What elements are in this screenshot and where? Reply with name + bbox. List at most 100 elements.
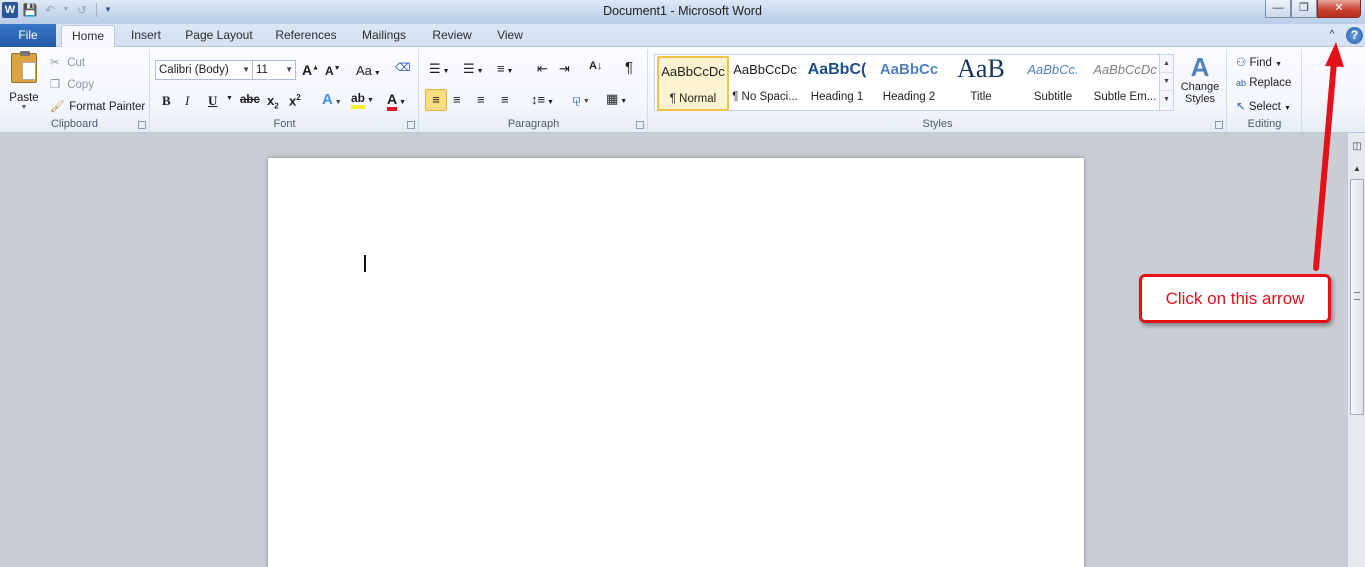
vertical-scrollbar[interactable]: ◫ ▲ bbox=[1347, 133, 1365, 567]
text-effects-button[interactable]: A ▼ bbox=[322, 91, 342, 108]
gallery-more-icon[interactable]: ▼ bbox=[1160, 91, 1173, 109]
bold-button[interactable]: B bbox=[162, 93, 171, 109]
line-spacing-button[interactable]: ↕≡ ▼ bbox=[531, 92, 554, 107]
copy-icon: ❐ bbox=[50, 79, 61, 91]
binoculars-icon: ⚇ bbox=[1236, 57, 1247, 69]
bullets-button[interactable]: ☰ ▼ bbox=[429, 61, 450, 77]
close-window-button[interactable]: ✕ bbox=[1317, 0, 1361, 18]
tab-insert[interactable]: Insert bbox=[124, 24, 168, 47]
tab-mailings[interactable]: Mailings bbox=[354, 24, 414, 47]
font-size-combo[interactable]: 11 ▼ bbox=[252, 60, 296, 80]
style-subtle-emphasis[interactable]: AaBbCcDc Subtle Em... bbox=[1089, 56, 1161, 111]
font-color-button[interactable]: A ▼ bbox=[387, 91, 406, 111]
font-size-dropdown-icon[interactable]: ▼ bbox=[285, 61, 293, 79]
font-family-combo[interactable]: Calibri (Body) ▼ bbox=[155, 60, 253, 80]
highlighter-icon: ab bbox=[351, 91, 366, 109]
subscript-button[interactable]: x2 bbox=[267, 93, 279, 111]
gallery-up-arrow-icon[interactable]: ▲ bbox=[1160, 55, 1173, 73]
copy-button[interactable]: ❐ Copy bbox=[50, 77, 94, 91]
minimize-window-button[interactable]: — bbox=[1265, 0, 1291, 18]
minimize-ribbon-arrow-icon[interactable]: ^ bbox=[1325, 28, 1339, 42]
change-case-button[interactable]: Aa ▼ bbox=[356, 63, 381, 78]
find-button[interactable]: ⚇ Find ▼ bbox=[1236, 55, 1282, 69]
style-title-label: Title bbox=[970, 91, 992, 103]
justify-button[interactable]: ≡ bbox=[501, 92, 509, 107]
format-painter-label: Format Painter bbox=[69, 101, 146, 113]
borders-button[interactable]: ▦ ▼ bbox=[606, 91, 627, 107]
shading-button[interactable]: ⚼ ▼ bbox=[572, 91, 590, 107]
superscript-button[interactable]: x2 bbox=[289, 93, 301, 108]
align-right-button[interactable]: ≡ bbox=[477, 92, 485, 107]
select-label: Select bbox=[1248, 101, 1281, 113]
replace-button[interactable]: ab Replace bbox=[1236, 77, 1291, 89]
format-painter-button[interactable]: 🖌 Format Painter bbox=[50, 99, 145, 113]
clipboard-group: Paste ▼ ✂ Cut ❐ Copy 🖌 Format Painter Cl… bbox=[0, 49, 150, 132]
highlight-button[interactable]: ab ▼ bbox=[351, 91, 374, 109]
style-no-spacing[interactable]: AaBbCcDc ¶ No Spaci... bbox=[729, 56, 801, 111]
scroll-up-arrow-icon[interactable]: ▲ bbox=[1349, 161, 1365, 177]
strikethrough-button[interactable]: abc bbox=[240, 94, 260, 106]
find-dropdown-icon[interactable]: ▼ bbox=[1275, 61, 1282, 68]
style-heading-1-sample: AaBbC( bbox=[807, 61, 867, 78]
cut-button[interactable]: ✂ Cut bbox=[50, 55, 85, 69]
paragraph-dialog-launcher-icon[interactable] bbox=[636, 121, 644, 129]
align-center-icon: ≡ bbox=[453, 92, 461, 107]
annotation-callout: Click on this arrow bbox=[1139, 274, 1331, 323]
increase-indent-button[interactable]: ⇥ bbox=[559, 61, 570, 77]
style-title[interactable]: AaB Title bbox=[945, 54, 1017, 111]
numbering-icon: ☰ bbox=[463, 61, 475, 76]
show-formatting-button[interactable]: ¶ bbox=[625, 59, 633, 76]
shrink-font-button[interactable]: A▼ bbox=[325, 64, 341, 78]
replace-label: Replace bbox=[1249, 77, 1292, 89]
change-styles-button[interactable]: A Change Styles bbox=[1178, 53, 1222, 105]
style-no-spacing-sample: AaBbCcDc bbox=[733, 62, 797, 77]
tab-home[interactable]: Home bbox=[61, 25, 115, 48]
decrease-indent-button[interactable]: ⇤ bbox=[537, 61, 548, 77]
clear-formatting-button[interactable]: ⌫ bbox=[395, 61, 411, 74]
font-family-dropdown-icon[interactable]: ▼ bbox=[242, 61, 250, 79]
tab-review[interactable]: Review bbox=[426, 24, 478, 47]
style-normal[interactable]: AaBbCcDc ¶ Normal bbox=[657, 56, 729, 111]
align-center-button[interactable]: ≡ bbox=[453, 92, 461, 107]
select-dropdown-icon[interactable]: ▼ bbox=[1284, 105, 1291, 112]
style-subtitle[interactable]: AaBbCc. Subtitle bbox=[1017, 56, 1089, 111]
style-heading-2-sample: AaBbCc bbox=[879, 61, 939, 78]
style-heading-2[interactable]: AaBbCc Heading 2 bbox=[873, 56, 945, 111]
sort-button[interactable]: A↓ bbox=[589, 60, 602, 72]
scroll-thumb[interactable] bbox=[1350, 179, 1364, 415]
eraser-icon: ⌫ bbox=[395, 62, 411, 74]
grow-font-button[interactable]: A▲ bbox=[302, 62, 319, 78]
tab-page-layout[interactable]: Page Layout bbox=[180, 24, 258, 47]
italic-button[interactable]: I bbox=[185, 93, 189, 109]
gallery-down-arrow-icon[interactable]: ▼ bbox=[1160, 73, 1173, 91]
underline-button[interactable]: U bbox=[208, 93, 217, 109]
styles-dialog-launcher-icon[interactable] bbox=[1215, 121, 1223, 129]
style-heading-1[interactable]: AaBbC( Heading 1 bbox=[801, 56, 873, 111]
paintbrush-icon: 🖌 bbox=[50, 101, 65, 113]
text-effects-icon: A bbox=[322, 91, 333, 108]
tab-references[interactable]: References bbox=[270, 24, 342, 47]
clipboard-icon bbox=[11, 51, 37, 83]
tab-file[interactable]: File bbox=[0, 24, 56, 47]
multilevel-list-button[interactable]: ≡ ▼ bbox=[497, 61, 513, 76]
document-page[interactable] bbox=[268, 158, 1084, 567]
paste-button[interactable]: Paste ▼ bbox=[6, 51, 42, 111]
font-dialog-launcher-icon[interactable] bbox=[407, 121, 415, 129]
clipboard-dialog-launcher-icon[interactable] bbox=[138, 121, 146, 129]
style-subtle-emphasis-label: Subtle Em... bbox=[1093, 91, 1157, 103]
text-cursor bbox=[364, 255, 366, 272]
annotation-text: Click on this arrow bbox=[1165, 289, 1305, 308]
style-no-spacing-label: ¶ No Spaci... bbox=[732, 91, 798, 103]
select-button[interactable]: ↖ Select ▼ bbox=[1236, 99, 1291, 113]
help-icon[interactable]: ? bbox=[1346, 27, 1363, 44]
align-left-button[interactable]: ≡ bbox=[425, 89, 447, 111]
paste-dropdown-icon[interactable]: ▼ bbox=[6, 104, 42, 111]
ribbon-home: Paste ▼ ✂ Cut ❐ Copy 🖌 Format Painter Cl… bbox=[0, 47, 1365, 133]
restore-window-button[interactable]: ❐ bbox=[1291, 0, 1317, 18]
view-ruler-icon[interactable]: ◫ bbox=[1350, 141, 1364, 155]
tab-view[interactable]: View bbox=[490, 24, 530, 47]
underline-dropdown-icon[interactable]: ▼ bbox=[226, 95, 233, 102]
font-group-label: Font bbox=[273, 118, 296, 130]
sort-icon: A↓ bbox=[589, 60, 603, 72]
numbering-button[interactable]: ☰ ▼ bbox=[463, 61, 484, 77]
